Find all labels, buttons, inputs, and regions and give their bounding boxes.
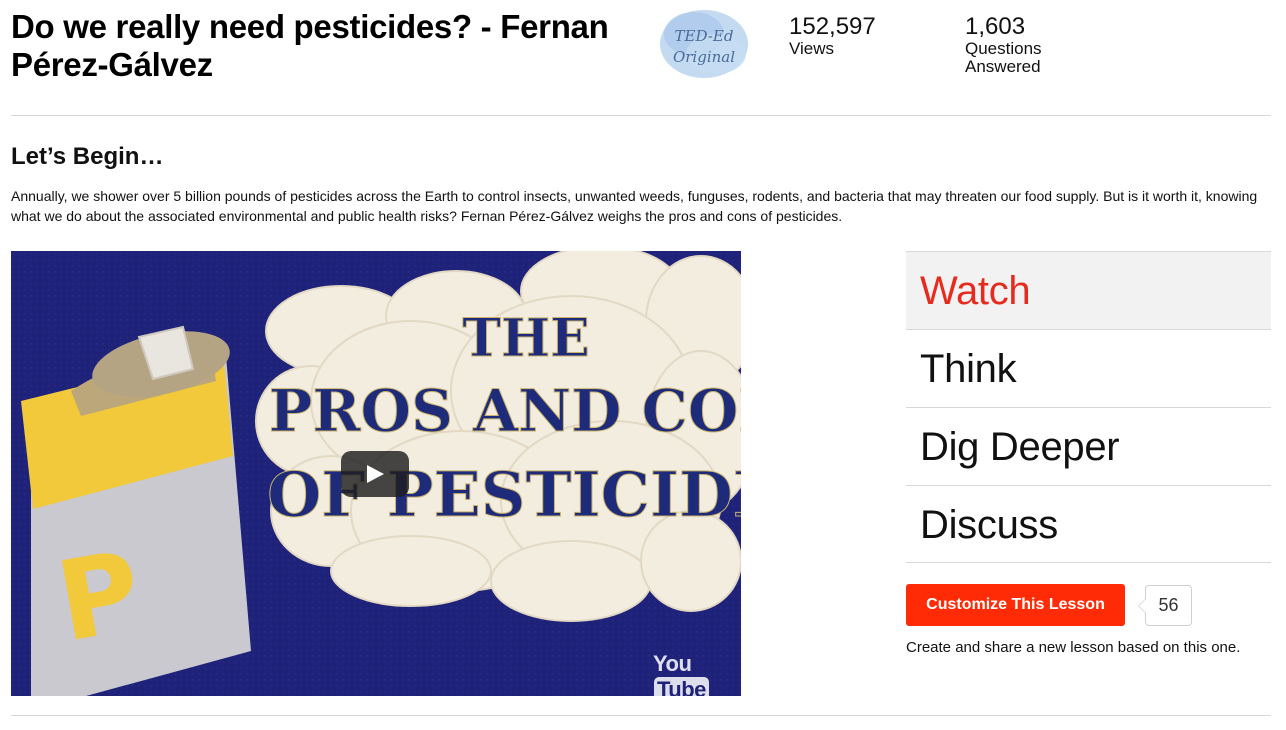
questions-label: Questions Answered — [965, 39, 1042, 76]
header-divider — [11, 115, 1271, 116]
badge-line-1: TED-Ed — [675, 27, 734, 45]
video-player[interactable]: P THE PROS AND CONS OF PESTICIDES YouTub… — [11, 251, 741, 696]
youtube-logo-tube: Tube — [654, 677, 709, 696]
youtube-logo-you: You — [653, 651, 692, 676]
questions-count: 1,603 — [965, 13, 1026, 40]
tab-dig-deeper[interactable]: Dig Deeper — [906, 407, 1271, 485]
page-title: Do we really need pesticides? - Fernan P… — [11, 8, 609, 83]
lesson-header: Do we really need pesticides? - Fernan P… — [0, 0, 1286, 116]
play-button[interactable] — [341, 451, 409, 497]
play-icon — [367, 465, 384, 483]
views-count: 152,597 — [789, 13, 876, 40]
video-title-line-2: PROS AND CONS — [269, 377, 741, 445]
tab-think[interactable]: Think — [906, 329, 1271, 407]
video-title-line-3: OF PESTICIDES — [267, 458, 741, 531]
customize-count-badge: 56 — [1138, 585, 1192, 626]
views-stat: 152,597 Views — [789, 14, 876, 58]
footer-divider — [11, 715, 1271, 716]
lesson-tabs: Watch Think Dig Deeper Discuss — [906, 251, 1271, 563]
video-title-line-1: THE — [462, 308, 589, 369]
lesson-description: Annually, we shower over 5 billion pound… — [11, 188, 1258, 224]
customize-note: Create and share a new lesson based on t… — [906, 639, 1241, 656]
tab-watch[interactable]: Watch — [906, 251, 1271, 329]
tab-discuss[interactable]: Discuss — [906, 485, 1271, 563]
section-heading: Let’s Begin… — [11, 143, 164, 170]
customize-lesson-button[interactable]: Customize This Lesson — [906, 584, 1125, 626]
youtube-logo[interactable]: YouTube — [653, 651, 741, 696]
badge-line-2: Original — [673, 48, 735, 66]
views-label: Views — [789, 39, 835, 58]
ted-ed-original-badge: TED-Ed Original — [654, 4, 754, 82]
questions-stat: 1,603 Questions Answered — [965, 14, 1065, 76]
